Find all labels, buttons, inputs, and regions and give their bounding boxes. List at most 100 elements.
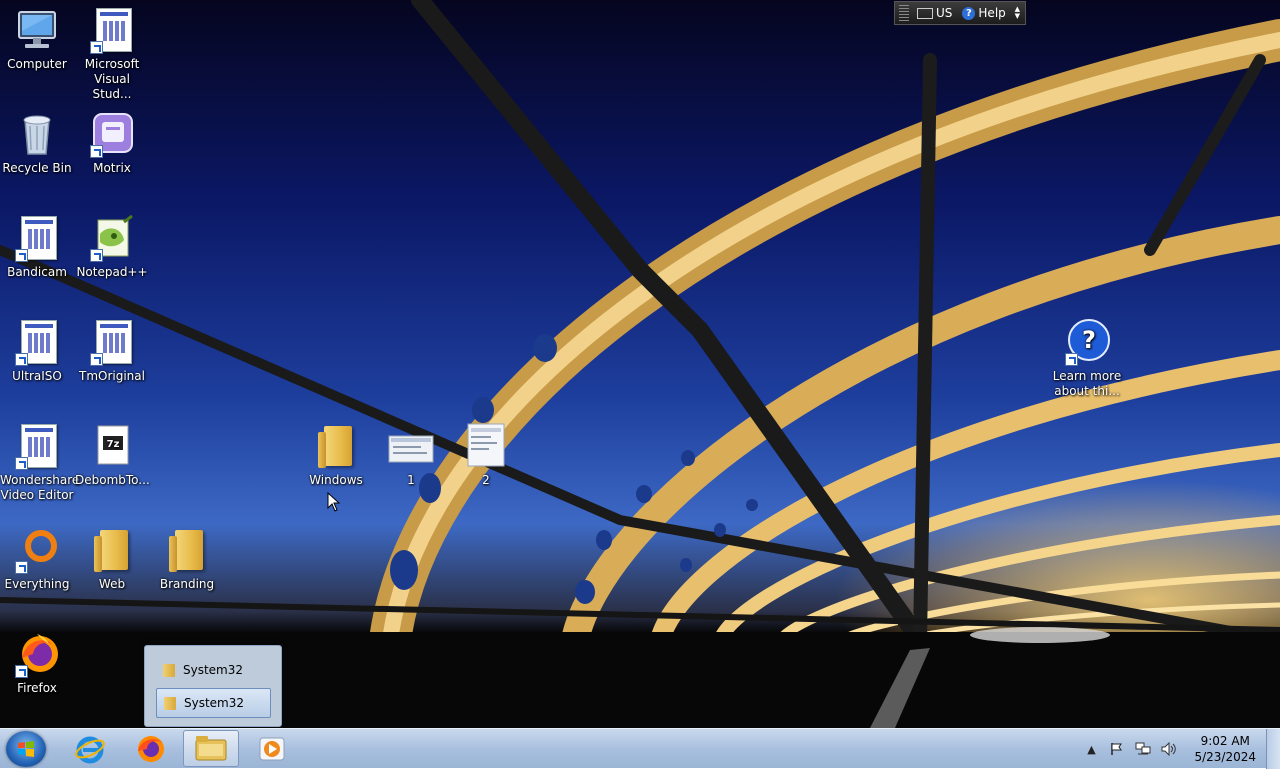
windows-explorer-icon <box>195 735 227 760</box>
debombto-desktop-icon[interactable]: 7z DebombTo... <box>75 422 150 488</box>
application-icon <box>13 214 61 262</box>
shortcut-arrow-icon <box>90 353 103 366</box>
application-icon <box>13 422 61 470</box>
svg-text:?: ? <box>1082 326 1096 354</box>
icon-label: Recycle Bin <box>2 161 72 175</box>
grip-handle[interactable] <box>899 5 909 21</box>
icon-label: 2 <box>482 473 490 487</box>
icon-label: 1 <box>407 473 415 487</box>
show-hidden-icons-chevron-icon[interactable]: ▲ <box>1083 741 1099 757</box>
everything-desktop-icon[interactable]: Everything <box>0 526 74 592</box>
icon-label: Computer <box>7 57 67 71</box>
visual-studio-desktop-icon[interactable]: Microsoft Visual Stud... <box>75 6 149 102</box>
help-question-icon: ? <box>1063 318 1111 366</box>
motrix-desktop-icon[interactable]: Motrix <box>75 110 149 176</box>
folder-icon <box>163 526 211 574</box>
icon-label: Everything <box>4 577 70 591</box>
icon-label: DebombTo... <box>75 473 150 487</box>
shortcut-arrow-icon <box>1065 353 1078 366</box>
internet-explorer-taskbar-button[interactable] <box>62 730 118 767</box>
window-list-item-selected[interactable]: System32 <box>156 688 271 718</box>
start-button[interactable] <box>6 731 46 767</box>
help-button[interactable]: Help <box>978 6 1005 20</box>
folder-icon <box>312 422 360 470</box>
icon-label: Firefox <box>17 681 57 695</box>
taskbar: ▲ 9:02 AM 5/23/2024 <box>0 728 1280 769</box>
7zip-archive-icon: 7z <box>88 422 136 470</box>
restore-arrows-icon[interactable]: ▲ ▼ <box>1015 6 1020 20</box>
language-label[interactable]: US <box>936 6 952 20</box>
notepadpp-desktop-icon[interactable]: Notepad++ <box>75 214 149 280</box>
image-1-desktop-icon[interactable]: 1 <box>374 422 448 488</box>
firefox-taskbar-button[interactable] <box>123 730 179 767</box>
icon-label: Learn more about thi... <box>1052 369 1122 398</box>
help-icon: ? <box>962 6 976 20</box>
desktop[interactable]: Computer Recycle Bin Bandicam UltraISO W… <box>0 0 1280 728</box>
window-title: System32 <box>183 663 244 677</box>
clock-date: 5/23/2024 <box>1194 750 1256 764</box>
windows-explorer-taskbar-button[interactable] <box>183 730 239 767</box>
web-folder-desktop-icon[interactable]: Web <box>75 526 149 592</box>
clock-time: 9:02 AM <box>1200 734 1250 748</box>
shortcut-arrow-icon <box>90 145 103 158</box>
icon-label: Notepad++ <box>76 265 148 279</box>
shortcut-arrow-icon <box>15 457 28 470</box>
shortcut-arrow-icon <box>15 353 28 366</box>
ultraiso-desktop-icon[interactable]: UltraISO <box>0 318 74 384</box>
system-clock[interactable]: 9:02 AM 5/23/2024 <box>1194 733 1256 765</box>
motrix-icon <box>88 110 136 158</box>
folder-icon <box>164 696 176 710</box>
window-list-item[interactable]: System32 <box>156 655 271 685</box>
firefox-desktop-icon[interactable]: Firefox <box>0 630 74 696</box>
folder-icon <box>88 526 136 574</box>
icon-label: Branding <box>159 577 215 591</box>
notepadpp-icon <box>88 214 136 262</box>
firefox-icon <box>138 735 164 762</box>
notification-area: ▲ 9:02 AM 5/23/2024 <box>1078 729 1280 769</box>
recycle-bin-icon <box>13 110 61 158</box>
image-2-desktop-icon[interactable]: 2 <box>449 422 523 488</box>
shortcut-arrow-icon <box>90 249 103 262</box>
volume-icon[interactable] <box>1161 741 1177 757</box>
icon-label: Windows <box>309 473 363 487</box>
windows-logo-icon <box>18 741 34 757</box>
image-thumbnail-icon <box>462 422 510 470</box>
icon-label: Bandicam <box>7 265 67 279</box>
bandicam-desktop-icon[interactable]: Bandicam <box>0 214 74 280</box>
internet-explorer-icon <box>75 736 105 763</box>
language-bar[interactable]: US ? Help ▲ ▼ <box>894 1 1026 25</box>
recycle-bin-desktop-icon[interactable]: Recycle Bin <box>0 110 74 176</box>
icon-label: TmOriginal <box>79 369 145 383</box>
shortcut-arrow-icon <box>15 249 28 262</box>
learn-more-desktop-icon[interactable]: ? Learn more about thi... <box>1050 318 1124 399</box>
network-icon[interactable] <box>1135 741 1151 757</box>
icon-label: Microsoft Visual Stud... <box>84 57 140 101</box>
media-player-taskbar-button[interactable] <box>244 730 300 767</box>
firefox-icon <box>13 630 61 678</box>
icon-label: Web <box>98 577 126 591</box>
application-icon <box>88 318 136 366</box>
keyboard-icon <box>917 7 933 19</box>
media-player-icon <box>259 737 285 760</box>
svg-text:7z: 7z <box>107 439 120 450</box>
shortcut-arrow-icon <box>15 561 28 574</box>
image-thumbnail-icon <box>387 422 435 470</box>
everything-icon <box>13 526 61 574</box>
icon-label: UltraISO <box>12 369 62 383</box>
action-center-flag-icon[interactable] <box>1109 741 1125 757</box>
branding-folder-desktop-icon[interactable]: Branding <box>150 526 224 592</box>
tmoriginal-desktop-icon[interactable]: TmOriginal <box>75 318 149 384</box>
shortcut-arrow-icon <box>90 41 103 54</box>
computer-icon <box>13 6 61 54</box>
folder-icon <box>163 663 175 677</box>
wondershare-desktop-icon[interactable]: Wondershare Video Editor <box>0 422 80 503</box>
icon-label: Wondershare Video Editor <box>0 473 80 502</box>
icon-label: Motrix <box>93 161 131 175</box>
shortcut-arrow-icon <box>15 665 28 678</box>
show-desktop-button[interactable] <box>1266 729 1280 769</box>
taskbar-window-list: System32 System32 <box>144 645 282 727</box>
computer-desktop-icon[interactable]: Computer <box>0 6 74 72</box>
windows-folder-desktop-icon[interactable]: Windows <box>299 422 373 488</box>
application-icon <box>13 318 61 366</box>
window-title: System32 <box>184 696 245 710</box>
